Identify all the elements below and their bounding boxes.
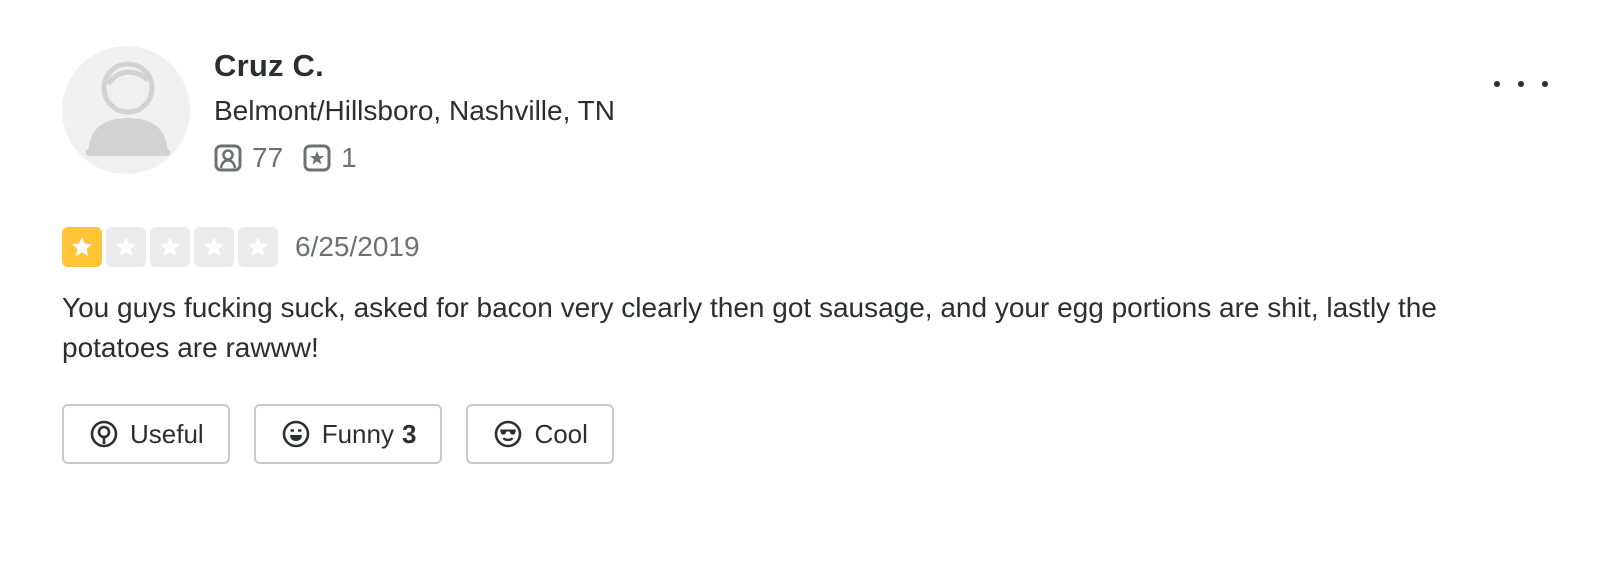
useful-button[interactable]: Useful (62, 404, 230, 464)
useful-label: Useful (130, 418, 204, 449)
more-options-icon-dot (1518, 81, 1524, 87)
review-date: 6/25/2019 (295, 231, 420, 262)
reviews-stat: 1 (303, 142, 357, 174)
cool-button[interactable]: Cool (466, 404, 614, 464)
lightbulb-icon (90, 420, 118, 448)
review-star-icon (303, 144, 331, 172)
funny-label: Funny (321, 418, 394, 449)
friends-icon (214, 144, 242, 172)
review-card: Cruz C. Belmont/Hillsboro, Nashville, TN… (0, 0, 1604, 570)
reaction-buttons: Useful Funny 3 Cool (62, 404, 638, 464)
default-user-avatar-icon (86, 61, 170, 156)
laugh-face-icon (282, 420, 310, 448)
star-rating (62, 227, 282, 267)
user-location: Belmont/Hillsboro, Nashville, TN (214, 95, 615, 126)
star-icon-empty (238, 227, 278, 267)
avatar[interactable] (62, 46, 190, 174)
more-options-icon (1494, 81, 1500, 87)
reviews-count: 1 (341, 142, 357, 173)
star-icon-empty (150, 227, 190, 267)
cool-label: Cool (534, 418, 588, 449)
sunglasses-face-icon (495, 420, 522, 448)
user-name[interactable]: Cruz C. (214, 48, 324, 84)
star-icon-empty (194, 227, 234, 267)
friends-stat: 77 (214, 142, 283, 174)
more-options-button[interactable] (1494, 70, 1548, 98)
friends-count: 77 (252, 142, 284, 173)
user-stats: 77 1 (214, 141, 357, 175)
star-icon-empty (106, 227, 146, 267)
funny-count: 3 (401, 418, 417, 449)
star-icon-filled (62, 227, 102, 267)
funny-button[interactable]: Funny 3 (253, 404, 443, 464)
more-options-icon-dot (1542, 81, 1548, 87)
review-text: You guys fucking suck, asked for bacon v… (62, 292, 1437, 363)
